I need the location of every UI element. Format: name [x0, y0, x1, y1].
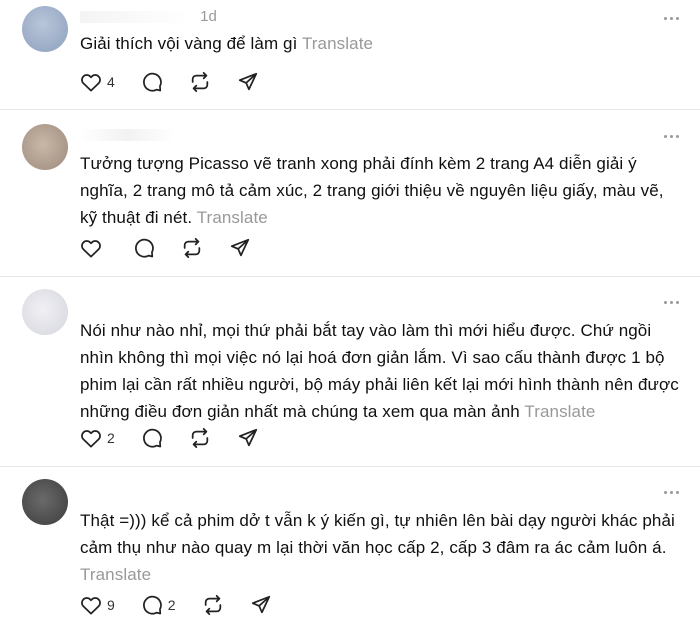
repost-icon: [183, 237, 201, 259]
reply-button[interactable]: [141, 71, 163, 93]
post-header: [80, 482, 176, 502]
avatar[interactable]: [22, 6, 68, 52]
translate-link[interactable]: Translate: [197, 208, 268, 227]
username-blurred[interactable]: [80, 129, 175, 142]
like-count: 2: [107, 430, 115, 446]
like-count: 9: [107, 597, 115, 613]
avatar[interactable]: [22, 479, 68, 525]
avatar[interactable]: [22, 124, 68, 170]
share-button[interactable]: [237, 427, 259, 449]
action-bar: [80, 236, 277, 260]
reply-count: 2: [167, 597, 176, 613]
comment-text: Thật =))) kể cả phim dở t vẫn k ý kiến g…: [80, 511, 675, 584]
avatar[interactable]: [22, 289, 68, 335]
more-options-icon[interactable]: [664, 14, 680, 22]
share-icon: [238, 72, 257, 91]
repost-button[interactable]: [202, 594, 224, 616]
post-header: [80, 292, 176, 312]
more-options-icon[interactable]: [664, 298, 680, 306]
divider: [0, 466, 700, 467]
share-button[interactable]: [229, 237, 251, 259]
username-blurred[interactable]: [80, 485, 170, 497]
reply-button[interactable]: 2: [141, 594, 176, 616]
comment-text: Nói như nào nhỉ, mọi thứ phải bắt tay và…: [80, 321, 679, 421]
translate-link[interactable]: Translate: [80, 565, 151, 584]
repost-icon: [191, 427, 209, 449]
heart-icon: [81, 240, 101, 258]
more-options-icon[interactable]: [664, 132, 680, 140]
comment-text: Tưởng tượng Picasso vẽ tranh xong phải đ…: [80, 154, 664, 227]
like-button[interactable]: 2: [80, 428, 115, 448]
reply-button[interactable]: [133, 237, 155, 259]
username-blurred[interactable]: [80, 11, 190, 24]
share-icon: [238, 428, 257, 447]
username-blurred[interactable]: [80, 295, 170, 307]
like-button[interactable]: 9: [80, 595, 115, 615]
heart-icon: [81, 597, 101, 615]
share-button[interactable]: [250, 594, 272, 616]
comment-icon: [142, 428, 162, 448]
divider: [0, 276, 700, 277]
timestamp: 1d: [200, 8, 217, 25]
repost-button[interactable]: [181, 237, 203, 259]
comment-icon: [142, 72, 162, 92]
like-button[interactable]: 4: [80, 72, 115, 92]
post-header: 1d: [80, 8, 217, 28]
heart-icon: [81, 74, 101, 92]
action-bar: 2: [80, 426, 285, 450]
repost-icon: [191, 71, 209, 93]
divider: [0, 109, 700, 110]
action-bar: 4: [80, 70, 285, 94]
share-button[interactable]: [237, 71, 259, 93]
like-count: 4: [107, 74, 115, 90]
comment-icon: [142, 595, 162, 615]
like-button[interactable]: [80, 238, 107, 258]
reply-button[interactable]: [141, 427, 163, 449]
comment-text: Giải thích vội vàng để làm gì Translate: [80, 34, 374, 53]
post-header: [80, 126, 181, 146]
share-icon: [230, 238, 250, 257]
translate-link[interactable]: Translate: [524, 402, 595, 421]
more-options-icon[interactable]: [664, 488, 680, 496]
repost-button[interactable]: [189, 71, 211, 93]
share-icon: [251, 595, 270, 614]
heart-icon: [81, 430, 101, 448]
action-bar: 9 2: [80, 593, 298, 617]
repost-icon: [204, 594, 221, 616]
comment-icon: [135, 238, 154, 258]
translate-link[interactable]: Translate: [302, 34, 373, 53]
repost-button[interactable]: [189, 427, 211, 449]
